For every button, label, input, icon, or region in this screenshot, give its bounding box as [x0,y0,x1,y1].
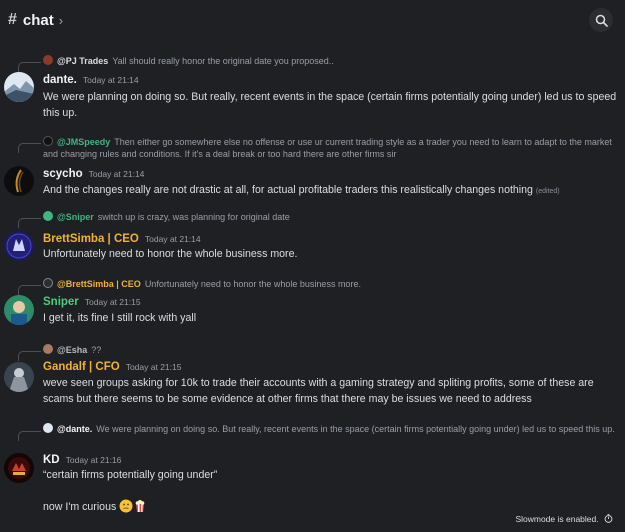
message-text: And the changes really are not drastic a… [43,184,560,196]
message-author[interactable]: KD Today at 21:16 [43,454,121,466]
reply-mention[interactable]: @JMSpeedy [57,137,110,147]
message-author[interactable]: scycho Today at 21:14 [43,168,144,180]
reply-preview[interactable]: @Esha?? [43,344,101,356]
message-author[interactable]: Gandalf | CFO Today at 21:15 [43,361,181,373]
message-timestamp: Today at 21:15 [125,362,182,372]
reply-mention[interactable]: @Sniper [57,212,94,222]
message-author[interactable]: Sniper Today at 21:15 [43,296,141,308]
avatar[interactable] [4,72,34,102]
reply-avatar [43,278,53,288]
reply-preview[interactable]: @JMSpeedy Then either go somewhere else n… [43,136,615,160]
message-timestamp: Today at 21:16 [65,455,122,465]
message-timestamp: Today at 21:14 [88,169,145,179]
message-timestamp: Today at 21:15 [84,297,141,307]
message-text: “certain firms potentially going under” [43,469,218,481]
search-icon [595,14,608,27]
reply-mention[interactable]: @BrettSimba | CEO [57,279,141,289]
popcorn-emoji-icon [133,499,147,518]
reply-spine [18,143,41,153]
timer-icon [604,514,613,523]
message-text: Unfortunately need to honor the whole bu… [43,248,298,260]
reply-text: Unfortunately need to honor the whole bu… [144,279,361,289]
reply-text: Then either go somewhere else no offense… [43,137,612,159]
slowmode-indicator: Slowmode is enabled. [515,514,613,524]
reply-preview[interactable]: @PJ Trades Yall should really honor the o… [43,55,334,67]
reply-avatar [43,344,53,354]
message-timestamp: Today at 21:14 [144,234,201,244]
message-author[interactable]: BrettSimba | CEO Today at 21:14 [43,233,201,245]
reply-spine [18,218,41,228]
channel-hash-icon: # [8,11,17,28]
message-timestamp: Today at 21:14 [82,75,139,85]
edited-tag: (edited) [535,188,560,195]
search-button[interactable] [589,8,613,32]
reply-mention[interactable]: @Esha [57,345,87,355]
message-text: weve seen groups asking for 10k to trade… [43,377,594,405]
reply-avatar [43,55,53,65]
channel-header: # chat › [0,0,625,40]
message-author[interactable]: dante. Today at 21:14 [43,74,139,86]
avatar[interactable] [4,166,34,196]
reply-spine [18,351,41,361]
avatar[interactable] [4,295,34,325]
reply-preview[interactable]: @dante. We were planning on doing so. But… [43,423,615,435]
avatar[interactable] [4,362,34,392]
reply-spine [18,285,41,295]
reply-text: switch up is crazy, was planning for ori… [97,212,290,222]
chevron-right-icon[interactable]: › [59,13,63,28]
reply-mention[interactable]: @dante. [57,424,92,434]
message-text: We were planning on doing so. But really… [43,91,617,119]
reply-preview[interactable]: @Sniper switch up is crazy, was planning … [43,211,290,223]
channel-title[interactable]: chat [23,12,54,29]
thinking-emoji-icon [119,499,133,518]
reply-avatar [43,136,53,146]
avatar[interactable] [4,453,34,483]
reply-text: We were planning on doing so. But really… [96,424,615,434]
reply-avatar [43,211,53,221]
reply-preview[interactable]: @BrettSimba | CEO Unfortunately need to h… [43,278,361,290]
avatar[interactable] [4,231,34,261]
reply-spine [18,62,41,72]
reply-text: Yall should really honor the original da… [112,56,334,66]
slowmode-text: Slowmode is enabled. [515,514,599,524]
reply-mention[interactable]: @PJ Trades [57,56,108,66]
message-text: I get it, its fine I still rock with yal… [43,312,197,324]
reply-text: ?? [91,345,102,355]
reply-avatar [43,423,53,433]
reply-spine [18,431,41,441]
